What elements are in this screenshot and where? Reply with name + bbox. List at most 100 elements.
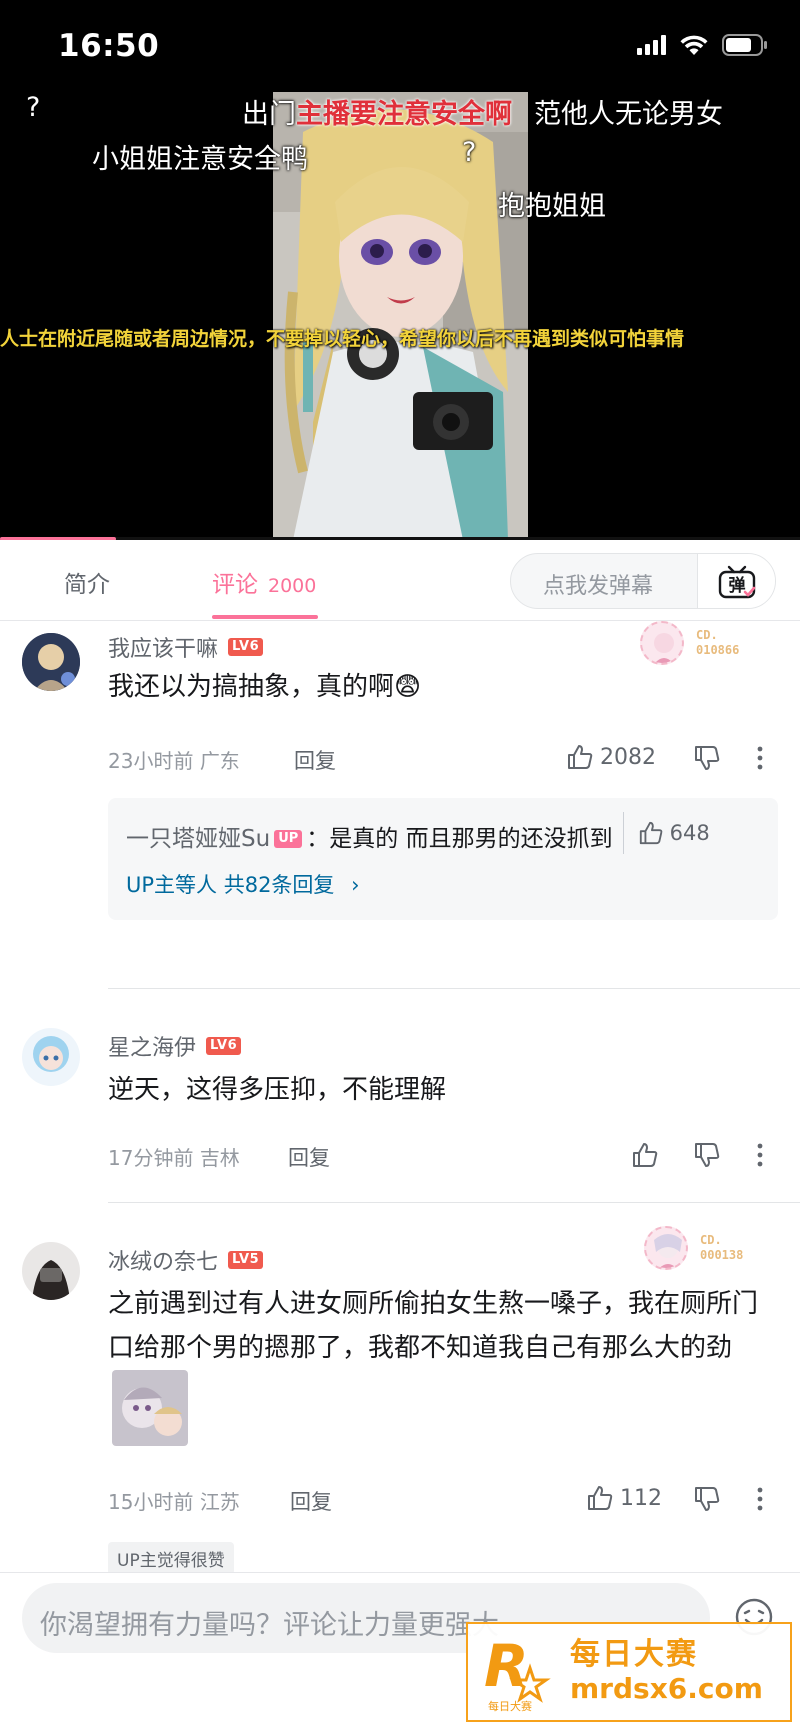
comment-time: 23小时前 bbox=[108, 749, 194, 773]
danmaku-item: ? bbox=[462, 137, 477, 168]
comment-text-body: 之前遇到过有人进女厕所偷拍女生熬一嗓子，我在厕所门口给那个男的摁那了，我都不知道… bbox=[108, 1289, 759, 1363]
tab-comments-count: 2000 bbox=[268, 575, 317, 597]
tab-comments[interactable]: 评论 2000 bbox=[212, 565, 316, 599]
watermark-overlay: R 每日大赛 每日大赛 mrdsx6.com bbox=[466, 1622, 792, 1722]
fan-badge-image bbox=[640, 621, 684, 665]
user-level-badge: LV5 bbox=[228, 1251, 264, 1269]
dislike-button[interactable] bbox=[692, 1484, 722, 1514]
more-options-button[interactable] bbox=[748, 1140, 772, 1170]
tab-intro[interactable]: 简介 bbox=[64, 565, 110, 599]
thumbs-down-icon bbox=[695, 1487, 720, 1511]
danmaku-item: ? bbox=[26, 92, 41, 123]
reply-preview: 一只塔娅娅Su UP ：是真的 而且那男的还没抓到 648 bbox=[126, 812, 760, 860]
like-button[interactable]: 112 bbox=[586, 1484, 662, 1512]
more-options-button[interactable] bbox=[748, 743, 772, 773]
more-vertical-icon bbox=[757, 746, 763, 770]
like-button[interactable] bbox=[630, 1140, 660, 1170]
username-text: 冰绒の奈七 bbox=[108, 1250, 219, 1275]
wifi-icon bbox=[680, 35, 708, 56]
username-text: 星之海伊 bbox=[108, 1036, 197, 1061]
reply-button[interactable]: 回复 bbox=[294, 745, 336, 775]
reply-username[interactable]: 一只塔娅娅Su bbox=[126, 826, 270, 852]
like-button[interactable]: 2082 bbox=[566, 743, 656, 771]
svg-text:每日大赛: 每日大赛 bbox=[488, 1699, 532, 1713]
reply-like: 648 bbox=[622, 812, 710, 854]
dislike-button[interactable] bbox=[692, 743, 722, 773]
fan-badge[interactable]: CD. 010866 bbox=[640, 621, 739, 665]
more-vertical-icon bbox=[757, 1143, 763, 1167]
chevron-right-icon: › bbox=[351, 873, 360, 897]
comment-username[interactable]: 我应该干嘛 LV6 bbox=[108, 631, 264, 663]
username-text: 我应该干嘛 bbox=[108, 637, 219, 662]
comment-input-placeholder: 你渴望拥有力量吗？评论让力量更强大 bbox=[40, 1610, 499, 1641]
up-tag: UP bbox=[274, 830, 303, 848]
danmaku-item: 小姐姐注意安全鸭 bbox=[92, 144, 308, 175]
comment-username[interactable]: 星之海伊 LV6 bbox=[108, 1030, 242, 1062]
cellular-signal-icon bbox=[637, 35, 666, 55]
video-player[interactable]: 16:50 ? 出门 主播要注意安全啊 范他人无论男女 小姐姐注意安全鸭 ? 抱… bbox=[0, 0, 800, 540]
reply-button[interactable]: 回复 bbox=[288, 1142, 330, 1172]
thumbs-up-icon bbox=[568, 745, 593, 769]
comment-text: 我还以为搞抽象，真的啊😨 bbox=[108, 672, 422, 702]
danmaku-item: 主播要注意安全啊 bbox=[296, 99, 512, 130]
fan-badge-number: CD. 000138 bbox=[700, 1233, 744, 1262]
tab-comments-label: 评论 bbox=[212, 572, 258, 598]
video-progress-bar[interactable] bbox=[0, 537, 800, 540]
thumbs-up-icon bbox=[633, 1143, 658, 1167]
like-count: 2082 bbox=[600, 744, 656, 770]
more-vertical-icon bbox=[757, 1487, 763, 1511]
battery-icon bbox=[722, 34, 768, 56]
cosplay-video-image bbox=[273, 92, 528, 540]
comment-text: 逆天，这得多压抑，不能理解 bbox=[108, 1075, 447, 1105]
comment-text: 之前遇到过有人进女厕所偷拍女生熬一嗓子，我在厕所门口给那个男的摁那了，我都不知道… bbox=[108, 1282, 778, 1454]
danmaku-toggle-button[interactable]: 弹 bbox=[697, 554, 775, 608]
status-icons bbox=[637, 34, 768, 56]
watermark-title: 每日大赛 bbox=[570, 1637, 698, 1672]
avatar[interactable] bbox=[22, 633, 80, 691]
video-frame bbox=[273, 92, 528, 540]
comment-meta: 17分钟前 吉林 bbox=[108, 1142, 240, 1171]
comment-username[interactable]: 冰绒の奈七 LV5 bbox=[108, 1244, 264, 1276]
sticker-image bbox=[112, 1370, 188, 1446]
comment-meta: 23小时前 广东 bbox=[108, 745, 240, 774]
more-options-button[interactable] bbox=[748, 1484, 772, 1514]
comment-location: 吉林 bbox=[199, 1146, 240, 1170]
thumbs-down-icon bbox=[695, 1143, 720, 1167]
watermark-logo: R 每日大赛 bbox=[468, 1624, 564, 1720]
view-more-replies-link[interactable]: UP主等人 共82条回复 › bbox=[126, 864, 760, 906]
video-progress-fill bbox=[0, 537, 116, 540]
fan-badge[interactable]: CD. 000138 bbox=[644, 1226, 743, 1270]
comment-divider bbox=[108, 988, 800, 989]
reply-preview-box[interactable]: 一只塔娅娅Su UP ：是真的 而且那男的还没抓到 648 UP主等人 共82条回复 … bbox=[108, 798, 778, 920]
comment-location: 江苏 bbox=[199, 1490, 240, 1514]
danmaku-input[interactable]: 点我发弹幕 弹 bbox=[510, 553, 776, 609]
danmaku-button-glyph: 弹 bbox=[728, 575, 745, 596]
thumbs-down-icon bbox=[695, 746, 720, 770]
status-bar: 16:50 bbox=[0, 0, 800, 95]
comment-time: 15小时前 bbox=[108, 1490, 194, 1514]
danmaku-input-placeholder: 点我发弹幕 bbox=[543, 574, 654, 599]
thumbs-up-icon bbox=[639, 821, 662, 845]
danmaku-tv-icon: 弹 bbox=[718, 565, 755, 599]
status-time: 16:50 bbox=[58, 28, 160, 64]
reply-text: ：是真的 而且那男的还没抓到 bbox=[306, 826, 613, 852]
more-replies-text: UP主等人 共82条回复 bbox=[126, 873, 335, 897]
comment-divider bbox=[108, 1202, 800, 1203]
active-tab-indicator bbox=[212, 615, 318, 619]
danmaku-item: 范他人无论男女 bbox=[534, 99, 723, 130]
up-liked-tag: UP主觉得很赞 bbox=[108, 1542, 234, 1575]
reply-like-count: 648 bbox=[669, 821, 710, 845]
thumbs-up-icon bbox=[588, 1486, 613, 1510]
avatar[interactable] bbox=[22, 1028, 80, 1086]
watermark-url: mrdsx6.com bbox=[570, 1672, 763, 1705]
user-level-badge: LV6 bbox=[228, 638, 264, 656]
dislike-button[interactable] bbox=[692, 1140, 722, 1170]
fan-badge-image bbox=[644, 1226, 688, 1270]
avatar[interactable] bbox=[22, 1242, 80, 1300]
reply-button[interactable]: 回复 bbox=[290, 1486, 332, 1516]
comment-time: 17分钟前 bbox=[108, 1146, 194, 1170]
watermark-text: 每日大赛 mrdsx6.com bbox=[570, 1638, 763, 1706]
fan-badge-number: CD. 010866 bbox=[696, 628, 740, 657]
user-level-badge: LV6 bbox=[206, 1037, 242, 1055]
tab-bar: 简介 评论 2000 点我发弹幕 弹 bbox=[0, 541, 800, 621]
